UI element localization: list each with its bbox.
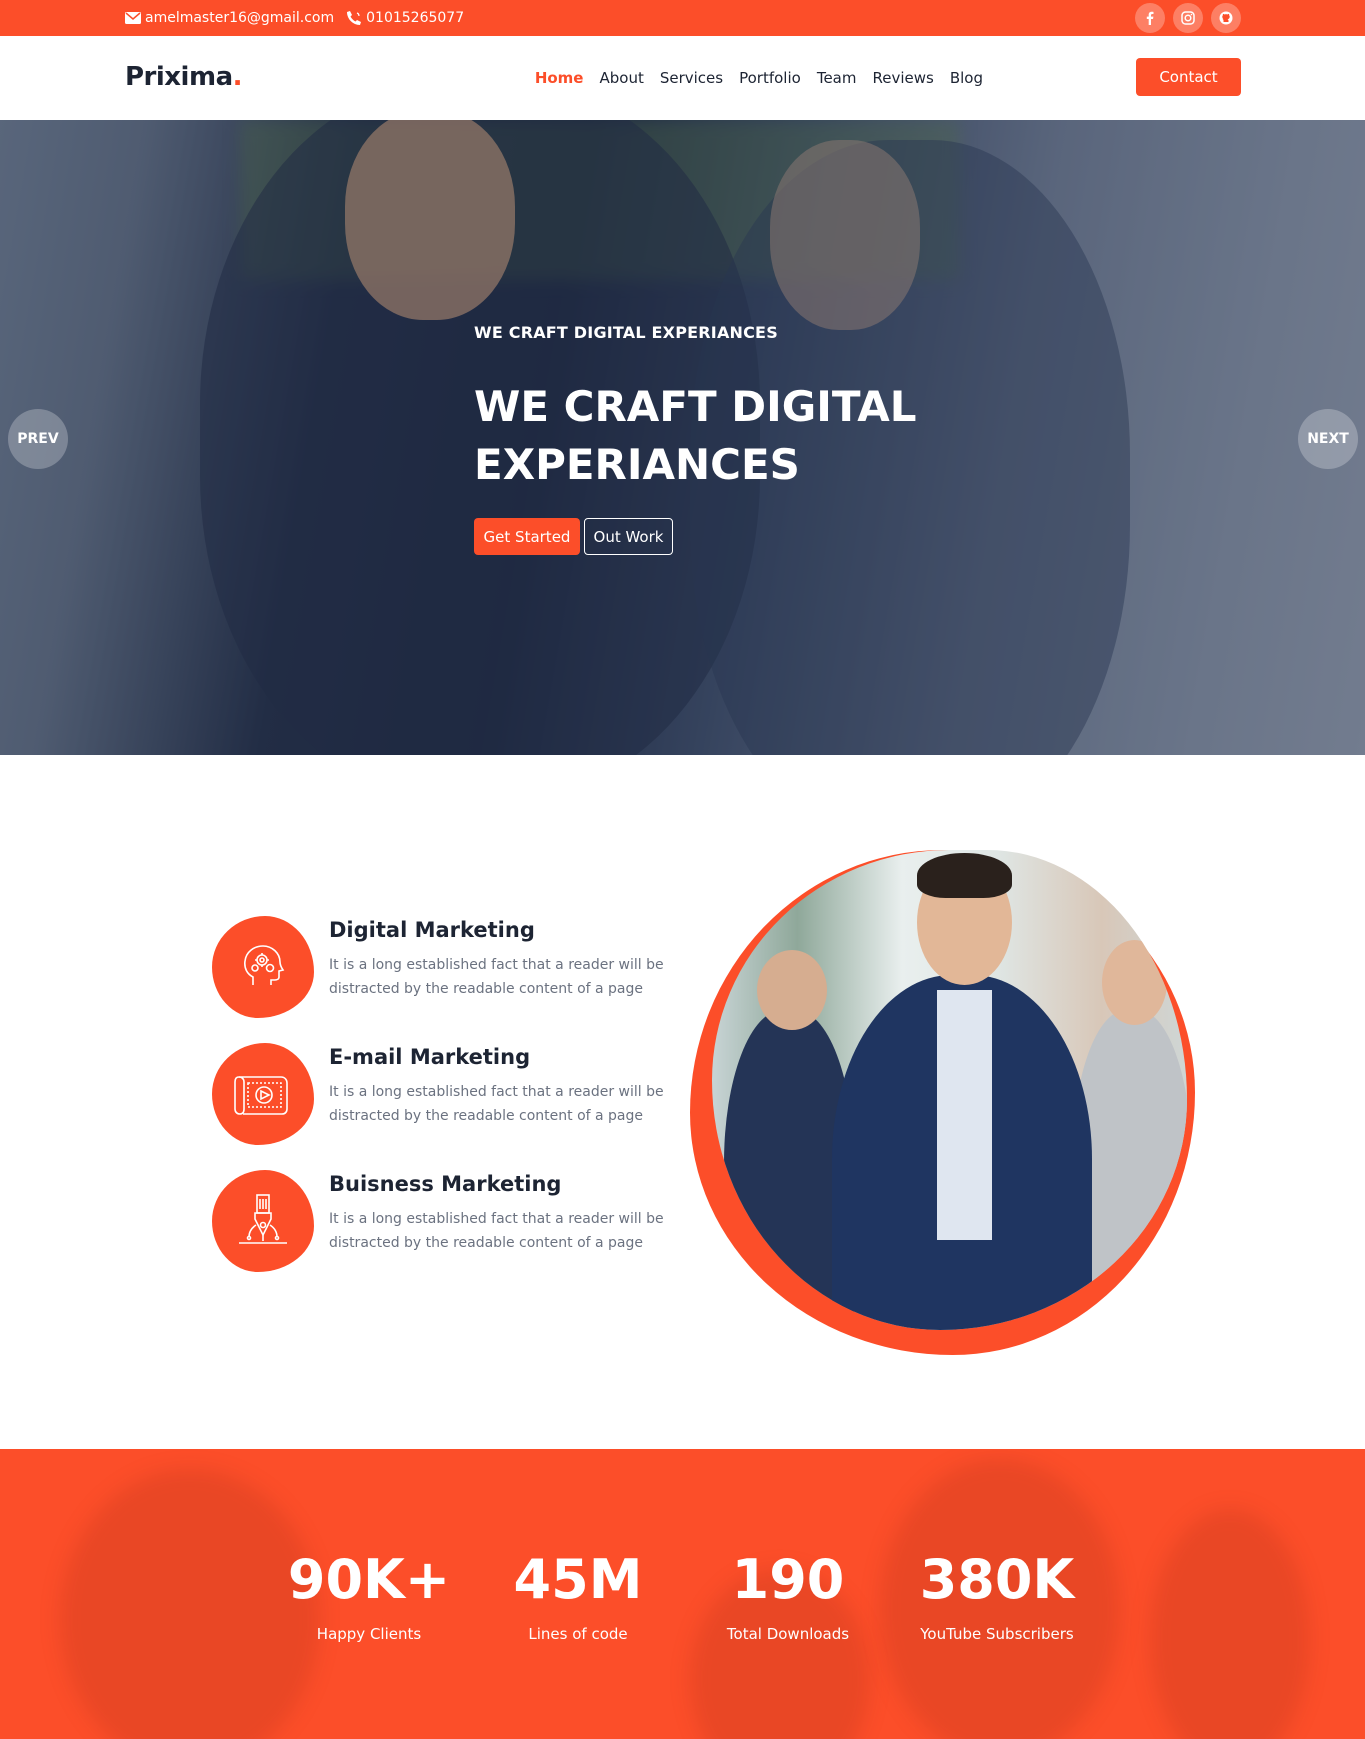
facebook-link[interactable] <box>1135 3 1165 33</box>
photo-person-center-shirt <box>937 990 992 1240</box>
service-description: It is a long established fact that a rea… <box>329 1084 664 1124</box>
envelope-icon <box>125 12 141 24</box>
top-bar: amelmaster16@gmail.com 01015265077 <box>0 0 1365 36</box>
service-title: Digital Marketing <box>329 918 535 942</box>
photo-person-left-head <box>757 950 827 1030</box>
slider-next-button[interactable]: NEXT <box>1298 409 1358 469</box>
email-text: amelmaster16@gmail.com <box>145 10 335 26</box>
stat-item: 45M Lines of code <box>488 1548 668 1644</box>
service-description: It is a long established fact that a rea… <box>329 957 664 997</box>
photo-person-center-hair <box>917 853 1012 898</box>
nav-services[interactable]: Services <box>660 69 723 87</box>
service-item: Digital Marketing It is a long establish… <box>212 916 664 1020</box>
stat-item: 190 Total Downloads <box>698 1548 878 1644</box>
stat-label: Lines of code <box>528 1625 628 1643</box>
nav-reviews[interactable]: Reviews <box>872 69 933 87</box>
service-description: It is a long established fact that a rea… <box>329 1211 664 1251</box>
nav-home[interactable]: Home <box>535 69 584 87</box>
service-icon-badge <box>212 1043 314 1145</box>
brain-gear-icon <box>244 945 285 985</box>
nav-team[interactable]: Team <box>817 69 857 87</box>
contact-button[interactable]: Contact <box>1136 58 1241 96</box>
hero-slider: WE CRAFT DIGITAL EXPERIANCES WE CRAFT DI… <box>0 120 1365 755</box>
team-photo-image <box>712 850 1187 1330</box>
service-icon-badge <box>212 916 314 1018</box>
stats-section: 90K+ Happy Clients 45M Lines of code 190… <box>0 1449 1365 1739</box>
stat-item: 90K+ Happy Clients <box>279 1548 459 1644</box>
service-item: E-mail Marketing It is a long establishe… <box>212 1043 664 1147</box>
logo-text: Prixima <box>125 62 233 92</box>
github-link[interactable] <box>1211 3 1241 33</box>
photo-person-right-head <box>1102 940 1167 1025</box>
service-item: Buisness Marketing It is a long establis… <box>212 1170 664 1274</box>
stat-item: 380K YouTube Subscribers <box>907 1548 1087 1644</box>
video-scroll-icon <box>234 1076 288 1115</box>
main-nav: Home About Services Portfolio Team Revie… <box>519 69 983 87</box>
team-photo <box>690 850 1195 1355</box>
phone-item[interactable]: 01015265077 <box>346 10 464 26</box>
github-icon <box>1219 11 1233 25</box>
service-title: Buisness Marketing <box>329 1172 562 1196</box>
stats-background-shape <box>1150 1509 1310 1739</box>
our-work-button[interactable]: Out Work <box>584 518 673 555</box>
stat-value: 45M <box>513 1548 643 1611</box>
services-section: Digital Marketing It is a long establish… <box>0 755 1365 1449</box>
stat-value: 190 <box>731 1548 845 1611</box>
stat-value: 90K+ <box>287 1548 451 1611</box>
logo-dot: . <box>232 62 243 92</box>
service-icon-badge <box>212 1170 314 1272</box>
social-links <box>1127 3 1241 33</box>
stat-label: Happy Clients <box>316 1625 422 1643</box>
site-logo[interactable]: Prixima. <box>125 62 243 92</box>
hero-title: WE CRAFT DIGITAL EXPERIANCES <box>474 382 917 489</box>
site-header: Prixima. Home About Services Portfolio T… <box>0 36 1365 120</box>
nav-blog[interactable]: Blog <box>950 69 983 87</box>
facebook-icon <box>1146 11 1154 25</box>
stat-label: YouTube Subscribers <box>920 1625 1074 1643</box>
get-started-button[interactable]: Get Started <box>474 518 580 555</box>
service-title: E-mail Marketing <box>329 1045 531 1069</box>
hero-subtitle: WE CRAFT DIGITAL EXPERIANCES <box>474 323 778 342</box>
phone-text: 01015265077 <box>366 10 465 26</box>
instagram-icon <box>1181 11 1195 25</box>
top-contact-info: amelmaster16@gmail.com 01015265077 <box>125 0 476 36</box>
pen-nib-icon <box>239 1194 287 1244</box>
instagram-link[interactable] <box>1173 3 1203 33</box>
stat-value: 380K <box>919 1548 1075 1611</box>
nav-about[interactable]: About <box>599 69 643 87</box>
stat-label: Total Downloads <box>726 1625 850 1643</box>
slider-prev-button[interactable]: PREV <box>8 409 68 469</box>
email-item[interactable]: amelmaster16@gmail.com <box>125 10 334 26</box>
phone-icon <box>347 11 362 25</box>
nav-portfolio[interactable]: Portfolio <box>739 69 801 87</box>
